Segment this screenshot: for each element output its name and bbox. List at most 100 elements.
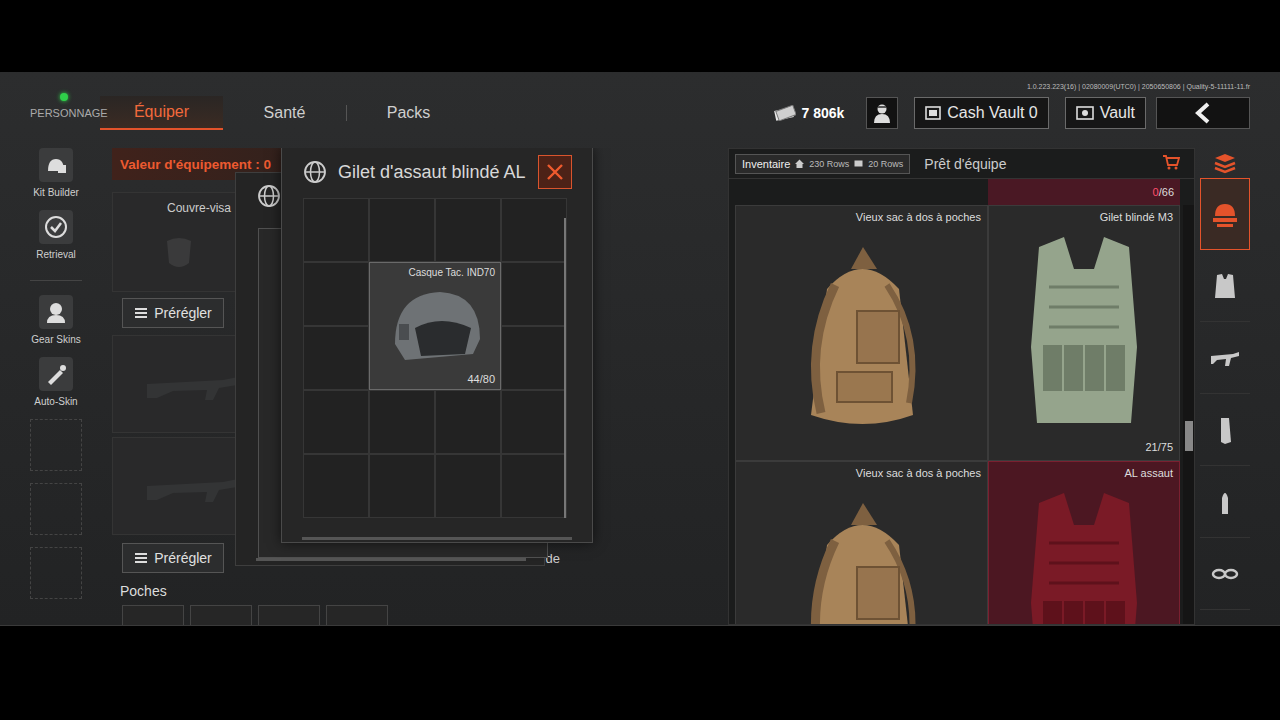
- grid-cell[interactable]: [369, 198, 435, 262]
- inventory-tab[interactable]: Inventaire230 Rows20 Rows: [735, 154, 910, 174]
- loan-tab[interactable]: Prêt d'équipe: [924, 156, 1006, 172]
- tab[interactable]: Packs: [347, 96, 470, 130]
- sidebar-item[interactable]: Retrieval: [36, 210, 75, 260]
- mask-icon: [159, 233, 199, 273]
- preset-label: Prérégler: [154, 305, 212, 321]
- loadout-panel: Valeur d'équipement : 0Couvre-visaPrérég…: [112, 148, 572, 625]
- tab[interactable]: Équiper: [100, 96, 223, 130]
- inventory-scrollbar[interactable]: [1183, 205, 1194, 624]
- container-item[interactable]: Casque Tac. IND7044/80: [369, 262, 501, 390]
- tab-label: Équiper: [134, 103, 189, 121]
- pocket-slot[interactable]: [326, 605, 388, 625]
- globe-icon: [256, 183, 282, 209]
- sidebar-item[interactable]: Kit Builder: [33, 148, 79, 198]
- top-bar: PERSONNAGE Équiper Santé Packs 7 806k Cash Va…: [30, 96, 1250, 130]
- category-tab[interactable]: [1200, 538, 1250, 610]
- inventory-tab-label: Inventaire: [742, 158, 790, 170]
- gear-icon: [1209, 198, 1241, 230]
- cart-button[interactable]: [1162, 154, 1180, 174]
- cash-vault-button[interactable]: Cash Vault 0: [914, 97, 1048, 129]
- grid-cell[interactable]: [303, 198, 369, 262]
- inventory-item[interactable]: Gilet blindé M321/75: [988, 205, 1180, 461]
- version-label: 1.0.223.223(16) | 02080009(UTC0) | 20506…: [1027, 83, 1250, 90]
- category-tab[interactable]: [1200, 322, 1250, 394]
- grid-cell[interactable]: [501, 390, 567, 454]
- capacity-spacer: [735, 179, 988, 205]
- gear-skins-icon: [42, 298, 70, 326]
- category-tab[interactable]: [1200, 178, 1250, 250]
- backpack-icon: [787, 227, 937, 437]
- grid-cell[interactable]: [369, 390, 435, 454]
- scroll-thumb[interactable]: [1185, 421, 1193, 451]
- grid-cell[interactable]: [303, 326, 369, 390]
- vault-button[interactable]: Vault: [1065, 97, 1146, 129]
- sort-button[interactable]: [1200, 148, 1250, 178]
- row-count: 230 Rows: [809, 159, 849, 169]
- category-tab[interactable]: [1200, 466, 1250, 538]
- main-area: 1.0.223.223(16) | 02080009(UTC0) | 20506…: [0, 72, 1280, 625]
- item-image: [995, 479, 1173, 624]
- inventory-item[interactable]: Vieux sac à dos à poches: [735, 461, 988, 624]
- globe-icon: [302, 159, 328, 185]
- character-tab[interactable]: PERSONNAGE: [30, 107, 100, 119]
- backpack-icon: [787, 483, 937, 624]
- tab[interactable]: Santé: [223, 96, 346, 130]
- inventory-item[interactable]: AL assaut: [988, 461, 1180, 624]
- vest-icon: [1209, 270, 1241, 302]
- cart-icon: [1162, 154, 1180, 170]
- sidebar-item[interactable]: Gear Skins: [31, 295, 80, 345]
- vault-label: Vault: [1100, 104, 1135, 122]
- grid-cell[interactable]: [501, 198, 567, 262]
- back-button[interactable]: [1156, 97, 1250, 129]
- category-tab[interactable]: [1200, 394, 1250, 466]
- agent-button[interactable]: [866, 97, 898, 129]
- grid-cell[interactable]: [435, 390, 501, 454]
- currency-amount: 7 806k: [801, 105, 844, 121]
- grid-cell[interactable]: [303, 390, 369, 454]
- preset-icon: [134, 306, 148, 320]
- empty-slot[interactable]: [30, 419, 82, 471]
- grid-cell[interactable]: [369, 454, 435, 518]
- agent-icon: [871, 102, 893, 124]
- empty-slot[interactable]: [30, 483, 82, 535]
- item-image: [995, 223, 1173, 441]
- sidebar-label: Gear Skins: [31, 334, 80, 345]
- inventory-item[interactable]: Vieux sac à dos à poches: [735, 205, 988, 461]
- tab-separator: [346, 105, 347, 121]
- item-image: [742, 223, 981, 441]
- popup-scrollbar: [564, 218, 566, 518]
- rifle-icon: [143, 364, 247, 404]
- magazine-icon: [1209, 414, 1241, 446]
- sidebar-item[interactable]: Auto-Skin: [34, 357, 77, 407]
- capacity-used: 0: [1153, 186, 1159, 198]
- online-dot: [60, 93, 68, 101]
- item-name: Vieux sac à dos à poches: [742, 467, 981, 479]
- letterbox-top: [0, 0, 1280, 72]
- currency: 7 806k: [774, 105, 844, 121]
- close-button[interactable]: [538, 155, 572, 189]
- popup-header: Gilet d'assaut blindé AL: [282, 148, 592, 196]
- window-scrollbar: [256, 558, 526, 561]
- sidebar-label: Auto-Skin: [34, 396, 77, 407]
- preset-button[interactable]: Prérégler: [122, 298, 224, 328]
- grid-cell[interactable]: [501, 262, 567, 326]
- grid-cell[interactable]: [501, 454, 567, 518]
- preset-icon: [134, 551, 148, 565]
- empty-slot[interactable]: [30, 547, 82, 599]
- pocket-slot[interactable]: [122, 605, 184, 625]
- popup-title: Gilet d'assaut blindé AL: [338, 162, 526, 183]
- category-tab[interactable]: [1200, 250, 1250, 322]
- tab-label: Santé: [264, 104, 306, 122]
- pocket-slot[interactable]: [190, 605, 252, 625]
- grid-cell[interactable]: [303, 454, 369, 518]
- grid-cell[interactable]: [435, 198, 501, 262]
- rifle-icon: [143, 466, 247, 506]
- grid-cell[interactable]: [501, 326, 567, 390]
- item-durability: 44/80: [375, 373, 495, 385]
- grid-cell[interactable]: [435, 454, 501, 518]
- grid-cell[interactable]: [303, 262, 369, 326]
- preset-button[interactable]: Prérégler: [122, 543, 224, 573]
- cash-vault-label: Cash Vault 0: [947, 104, 1037, 122]
- box-icon: [854, 159, 863, 168]
- pocket-slot[interactable]: [258, 605, 320, 625]
